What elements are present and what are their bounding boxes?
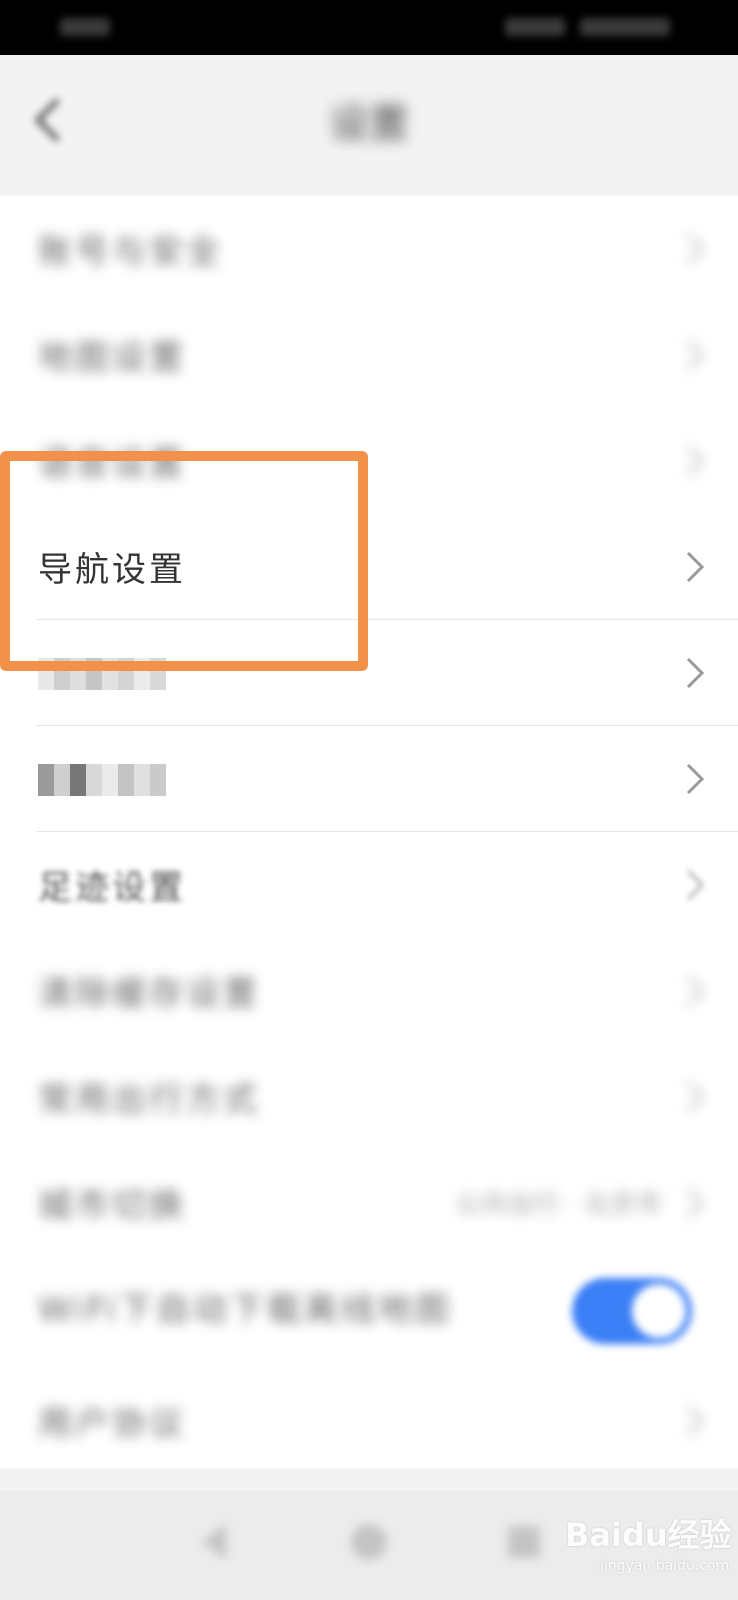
settings-row-label: 账号与安全: [38, 232, 223, 272]
battery-blob: [580, 18, 670, 36]
chevron-right-icon: [686, 445, 705, 477]
settings-row-account[interactable]: 账号与安全: [0, 196, 738, 302]
watermark-url: jingyan.baidu.com: [600, 1558, 730, 1574]
chevron-right-icon: [686, 339, 705, 371]
app-header: 设置: [0, 55, 738, 185]
chevron-right-icon: [686, 1405, 705, 1437]
settings-list-secondary: WiFi下自动下载离线地图 用户协议: [0, 1238, 738, 1468]
signal-blob: [505, 18, 565, 36]
highlight-box: [0, 451, 368, 671]
redacted-label: [38, 764, 166, 796]
settings-row-map[interactable]: 地图设置: [0, 302, 738, 408]
nav-recents-icon[interactable]: [500, 1518, 548, 1566]
toggle-knob: [632, 1284, 686, 1338]
settings-row-label: 常用出行方式: [38, 1080, 260, 1120]
chevron-right-icon: [686, 657, 705, 689]
chevron-right-icon: [686, 233, 705, 265]
wifi-download-toggle[interactable]: [572, 1278, 692, 1344]
nav-home-icon[interactable]: [345, 1518, 393, 1566]
settings-row-label: 地图设置: [38, 338, 186, 378]
chevron-right-icon: [686, 1187, 705, 1219]
toggle-container: [0, 1278, 738, 1344]
settings-row-travel[interactable]: 常用出行方式: [0, 1044, 738, 1150]
chevron-right-icon: [686, 1081, 705, 1113]
clock-blob: [60, 18, 110, 36]
settings-list: 账号与安全 地图设置 语音设置 导航设置 足迹设置 清除缓存设置 常用出行方式 …: [0, 196, 738, 1256]
settings-row-value: 公共出行 · 北京市: [455, 1190, 662, 1220]
chevron-right-icon: [686, 975, 705, 1007]
chevron-right-icon: [686, 551, 705, 583]
baidu-jingyan-watermark: Baidu经验: [565, 1516, 732, 1554]
settings-row-label: 清除缓存设置: [38, 974, 260, 1014]
settings-row-cache[interactable]: 清除缓存设置: [0, 938, 738, 1044]
chevron-right-icon: [686, 869, 705, 901]
page-title: 设置: [329, 101, 409, 147]
settings-row-footprint[interactable]: 足迹设置: [0, 832, 738, 938]
settings-row-label: 用户协议: [38, 1404, 186, 1444]
settings-row-label: 城市切换: [38, 1186, 186, 1226]
settings-row-label: 足迹设置: [38, 868, 186, 908]
chevron-right-icon: [686, 763, 705, 795]
settings-row-redacted-2[interactable]: [0, 726, 738, 832]
nav-back-icon[interactable]: [190, 1518, 238, 1566]
settings-row-agreement[interactable]: 用户协议: [0, 1368, 738, 1468]
status-bar: [0, 0, 738, 55]
